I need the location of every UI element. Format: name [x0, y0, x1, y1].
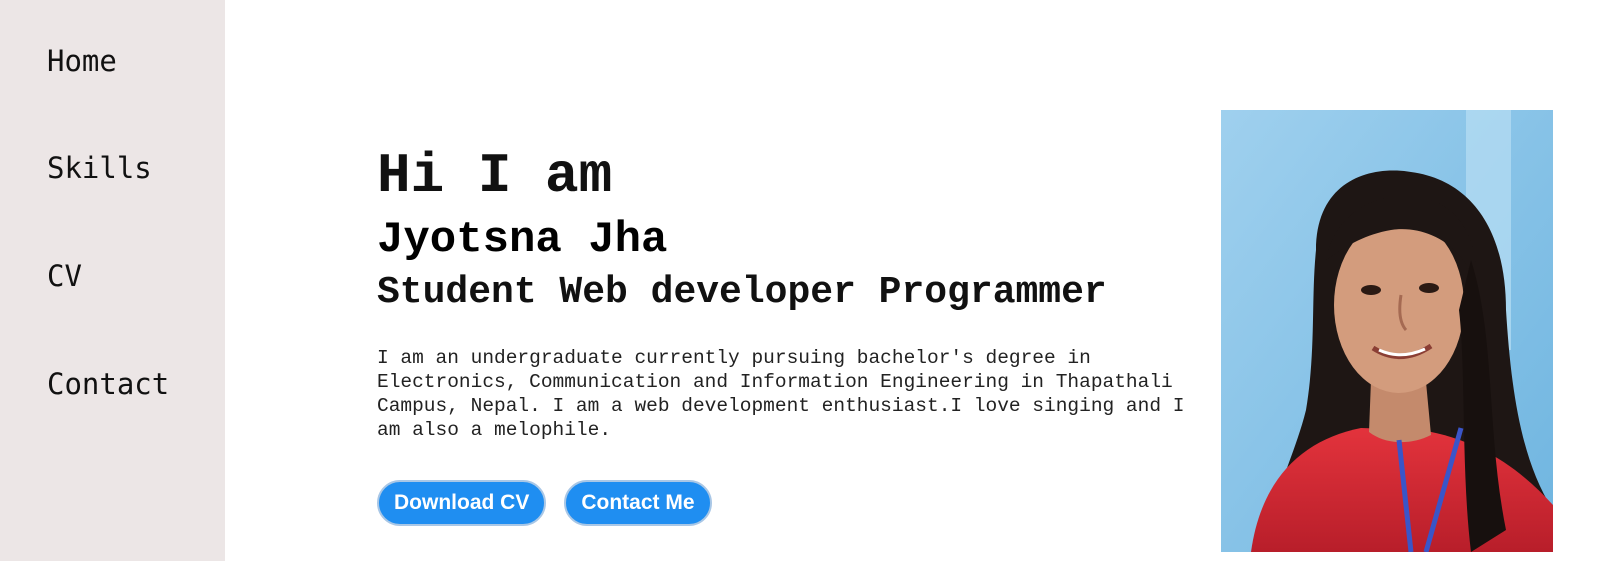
greeting-heading: Hi I am [377, 144, 613, 208]
profile-photo-illustration [1221, 110, 1553, 552]
bio-paragraph: I am an undergraduate currently pursuing… [377, 347, 1185, 441]
download-cv-button[interactable]: Download CV [377, 480, 547, 526]
nav-link-contact[interactable]: Contact [47, 370, 169, 399]
name-heading: Jyotsna Jha [377, 215, 668, 265]
roles-subtitle: Student Web developer Programmer [377, 271, 1107, 314]
nav-link-home[interactable]: Home [47, 47, 117, 76]
nav-link-skills[interactable]: Skills [47, 154, 152, 183]
nav-link-cv[interactable]: CV [47, 262, 82, 291]
profile-photo [1221, 110, 1553, 552]
portfolio-page: Home Skills CV Contact Hi I am Jyotsna J… [0, 0, 1600, 561]
contact-me-button[interactable]: Contact Me [564, 480, 712, 526]
action-buttons: Download CV Contact Me [377, 480, 1217, 526]
hero-section: Hi I am Jyotsna Jha Student Web develope… [377, 140, 1217, 526]
sidebar-nav: Home Skills CV Contact [0, 0, 225, 561]
